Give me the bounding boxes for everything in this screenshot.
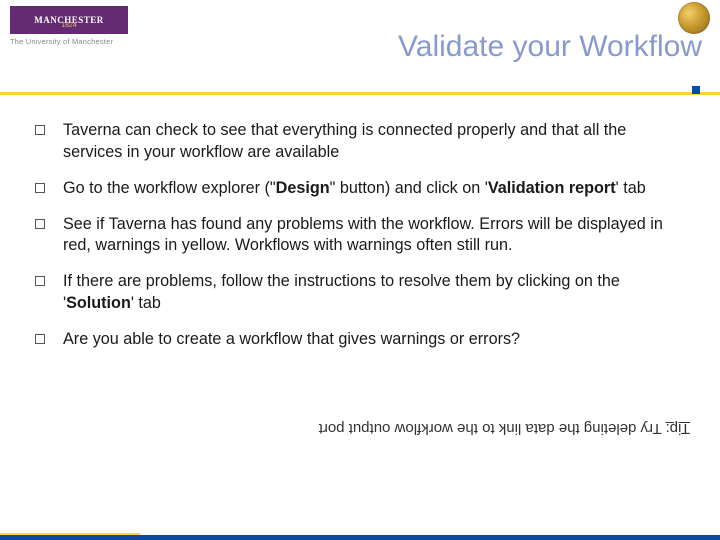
text-run: Are you able to create a workflow that g… <box>63 330 520 348</box>
bullet-text: Go to the workflow explorer ("Design" bu… <box>63 178 690 200</box>
logo-subtitle: The University of Manchester <box>10 37 128 46</box>
content-area: Taverna can check to see that everything… <box>35 120 690 365</box>
bullet-text: See if Taverna has found any problems wi… <box>63 214 690 258</box>
slide-title: Validate your Workflow <box>398 30 702 64</box>
slide: MANCHESTER 1824 The University of Manche… <box>0 0 720 540</box>
tip-body: Try deleting the data link to the workfl… <box>319 420 666 437</box>
bullet-square-icon <box>35 219 45 229</box>
tip-label: Tip: <box>666 420 690 437</box>
text-run: " button) and click on ' <box>330 179 488 197</box>
bullet-square-icon <box>35 276 45 286</box>
blue-square-accent <box>692 86 700 94</box>
text-bold: Design <box>276 179 330 197</box>
logo-badge: MANCHESTER 1824 <box>10 6 128 34</box>
text-run: See if Taverna has found any problems wi… <box>63 215 663 255</box>
list-item: Go to the workflow explorer ("Design" bu… <box>35 178 690 200</box>
text-bold: Validation report <box>488 179 616 197</box>
bullet-text: Taverna can check to see that everything… <box>63 120 690 164</box>
list-item: If there are problems, follow the instru… <box>35 271 690 315</box>
tip-text-flipped: Tip: Try deleting the data link to the w… <box>35 420 690 437</box>
text-run: Taverna can check to see that everything… <box>63 121 626 161</box>
text-bold: Solution <box>66 294 131 312</box>
list-item: Taverna can check to see that everything… <box>35 120 690 164</box>
text-run: ' tab <box>616 179 646 197</box>
list-item: See if Taverna has found any problems wi… <box>35 214 690 258</box>
text-run: Go to the workflow explorer (" <box>63 179 276 197</box>
text-run: ' tab <box>131 294 161 312</box>
bullet-text: If there are problems, follow the instru… <box>63 271 690 315</box>
bullet-square-icon <box>35 334 45 344</box>
bullet-text: Are you able to create a workflow that g… <box>63 329 690 351</box>
bullet-square-icon <box>35 125 45 135</box>
header: MANCHESTER 1824 The University of Manche… <box>0 0 720 68</box>
gold-divider <box>0 92 720 95</box>
footer-blue-bar <box>0 535 720 540</box>
bullet-square-icon <box>35 183 45 193</box>
university-logo: MANCHESTER 1824 The University of Manche… <box>10 6 128 46</box>
logo-year: 1824 <box>10 22 128 29</box>
list-item: Are you able to create a workflow that g… <box>35 329 690 351</box>
